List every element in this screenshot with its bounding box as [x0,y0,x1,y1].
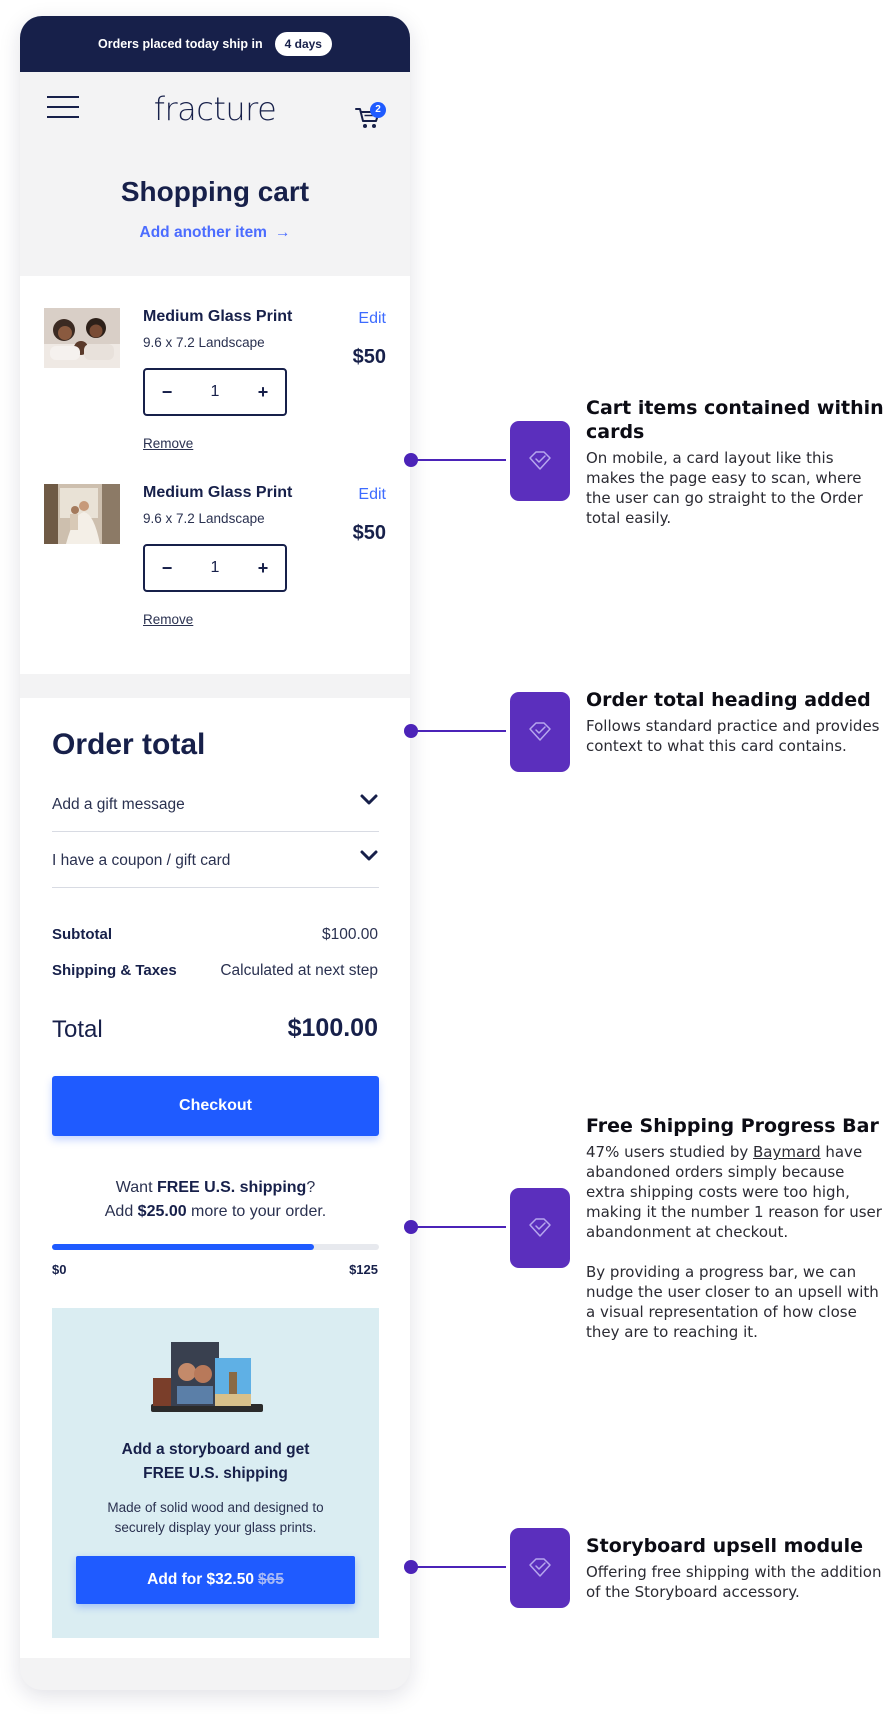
edit-item-link[interactable]: Edit [358,310,386,328]
shipping-banner-text: Orders placed today ship in [98,37,263,51]
annotation-title: Cart items contained within cards [586,397,884,443]
shipping-taxes-label: Shipping & Taxes [52,962,177,979]
gift-message-accordion[interactable]: Add a gift message [52,776,379,832]
page-title: Shopping cart [120,176,310,207]
mobile-cart-mockup: Orders placed today ship in 4 days fract… [20,16,410,1690]
add-another-item-link[interactable]: Add another item → [20,224,410,242]
storyboard-upsell-module: Add a storyboard and get FREE U.S. shipp… [52,1308,379,1638]
upsell-desc-line: securely display your glass prints. [114,1520,317,1535]
chevron-down-icon [360,850,378,861]
free-shipping-text: Add [104,1203,138,1220]
original-price: $65 [257,1571,284,1588]
quantity-stepper: − 1 + [143,368,287,416]
coupon-accordion[interactable]: I have a coupon / gift card [52,832,379,888]
annotation-text: Follows standard practice and provides c… [586,717,880,755]
free-shipping-bold: FREE U.S. shipping [156,1179,307,1196]
check-diamond-icon [529,722,551,741]
free-shipping-text: ? [306,1179,316,1196]
progress-fill [52,1244,314,1250]
annotation-text: By providing a progress bar, we can nudg… [586,1263,879,1341]
annotation-badge [510,1528,570,1608]
free-shipping-progress-bar [52,1244,379,1250]
quantity-value[interactable]: 1 [189,546,241,590]
upsell-description: Made of solid wood and designed to secur… [68,1498,363,1538]
free-shipping-message: Want FREE U.S. shipping? Add $25.00 more… [40,1176,391,1224]
remove-item-link[interactable]: Remove [143,436,193,451]
item-price: $50 [352,346,386,368]
check-diamond-icon [529,1218,551,1237]
item-size: 9.6 x 7.2 Landscape [143,335,265,350]
annotation-text-part: 47% users studied by [586,1143,753,1161]
checkout-button[interactable]: Checkout [52,1076,379,1136]
annotation-badge [510,692,570,772]
chevron-down-icon [360,794,378,805]
accordion-label: Add a gift message [52,796,185,813]
fracture-logo[interactable]: fracture [150,90,280,128]
annotation-text: Offering free shipping with the addition… [586,1563,882,1601]
wedding-photo-thumbnail [44,484,120,544]
subtotal-value: $100.00 [321,926,378,943]
free-shipping-text: Want [115,1179,157,1196]
upsell-desc-line: Made of solid wood and designed to [107,1500,324,1515]
add-storyboard-label: Add for $32.50 [147,1571,254,1588]
shipping-taxes-value: Calculated at next step [220,962,378,979]
annotation-title: Order total heading added [586,689,871,711]
check-diamond-icon [529,451,551,470]
ship-days-pill: 4 days [274,32,332,56]
storyboard-product-image [151,1342,263,1412]
edit-item-link[interactable]: Edit [358,486,386,504]
cart-item: Medium Glass Print 9.6 x 7.2 Landscape E… [20,276,410,466]
shipping-banner: Orders placed today ship in 4 days [20,16,410,72]
decrease-quantity-button[interactable]: − [145,546,189,590]
increase-quantity-button[interactable]: + [241,546,285,590]
cart-count-badge: 2 [370,102,386,118]
accordion-label: I have a coupon / gift card [52,852,231,869]
order-total-heading: Order total [52,728,206,761]
quantity-value[interactable]: 1 [189,370,241,414]
annotation-title: Free Shipping Progress Bar [586,1115,879,1137]
progress-min-label: $0 [52,1262,67,1277]
increase-quantity-button[interactable]: + [241,370,285,414]
progress-max-label: $125 [349,1262,378,1277]
total-label: Total [52,1016,103,1043]
decrease-quantity-button[interactable]: − [145,370,189,414]
add-another-item-label: Add another item [139,224,267,241]
annotation-connector [404,1220,506,1234]
annotation-title: Storyboard upsell module [586,1535,863,1557]
annotation-connector [404,724,506,738]
total-value: $100.00 [287,1014,378,1042]
annotation-text: On mobile, a card layout like this makes… [586,449,863,527]
item-name: Medium Glass Print [143,484,293,501]
item-price: $50 [352,522,386,544]
family-photo-thumbnail [44,308,120,368]
item-size: 9.6 x 7.2 Landscape [143,511,265,526]
remove-item-link[interactable]: Remove [143,612,193,627]
add-storyboard-button[interactable]: Add for $32.50 $65 [76,1556,355,1604]
annotation-badge [510,421,570,501]
item-name: Medium Glass Print [143,308,293,325]
hamburger-menu-icon[interactable] [47,96,79,118]
upsell-title: Add a storyboard and get FREE U.S. shipp… [68,1438,363,1486]
upsell-title-line: Add a storyboard and get [121,1441,310,1458]
annotation-badge [510,1188,570,1268]
annotation-connector [404,453,506,467]
baymard-link[interactable]: Baymard [753,1143,821,1161]
cart-item: Medium Glass Print 9.6 x 7.2 Landscape E… [20,452,410,642]
quantity-stepper: − 1 + [143,544,287,592]
amount-remaining: $25.00 [137,1203,187,1220]
check-diamond-icon [529,1558,551,1577]
cart-items-card: Medium Glass Print 9.6 x 7.2 Landscape E… [20,276,410,674]
annotation-connector [404,1560,506,1574]
order-total-card: Order total Add a gift message I have a … [20,698,410,1658]
annotation-text: 47% users studied by Baymard have abando… [586,1142,886,1242]
top-navigation-bar: fracture 2 [20,72,410,138]
subtotal-label: Subtotal [52,926,112,943]
upsell-title-line: FREE U.S. shipping [143,1465,288,1482]
free-shipping-text: more to your order. [186,1203,327,1220]
arrow-right-icon: → [274,224,291,241]
